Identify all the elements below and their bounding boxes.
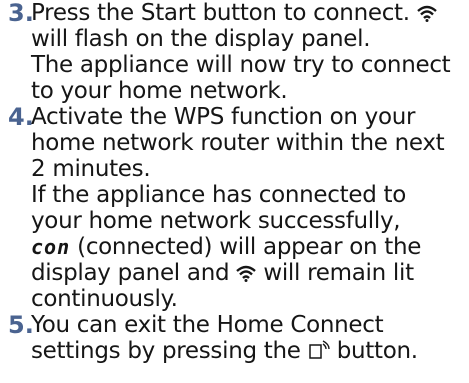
- remote-start-icon: [308, 340, 330, 367]
- wifi-icon: [417, 2, 437, 29]
- step-text: settings by pressing the: [31, 338, 301, 364]
- step-text: 2 minutes.: [31, 156, 151, 182]
- step-text: home network router within the next: [31, 130, 445, 156]
- instruction-list: 3. Press the Start button to connect. wi…: [0, 0, 469, 383]
- step-text: Press the Start button to connect.: [31, 0, 410, 26]
- step-text: will flash on the display panel.: [31, 26, 371, 52]
- step-text: button.: [336, 338, 418, 364]
- step-number: 4.: [8, 103, 34, 131]
- step-text: will remain lit: [263, 260, 414, 286]
- display-code-con: con: [31, 235, 71, 259]
- step-text: Activate the WPS function on your: [31, 104, 416, 130]
- step-text: continuously.: [31, 286, 178, 312]
- step-number: 5.: [8, 311, 34, 339]
- step-text: to your home network.: [31, 78, 288, 104]
- step-text: If the appliance has connected to: [31, 182, 407, 208]
- step-text: (connected) will appear on the: [77, 234, 422, 260]
- step-number: 3.: [8, 0, 34, 27]
- step-text: display panel and: [31, 260, 230, 286]
- step-text: The appliance will now try to connect: [31, 52, 451, 78]
- step-text: You can exit the Home Connect: [31, 312, 384, 338]
- wifi-icon: [236, 262, 257, 289]
- step-text: your home network successfully,: [31, 208, 401, 234]
